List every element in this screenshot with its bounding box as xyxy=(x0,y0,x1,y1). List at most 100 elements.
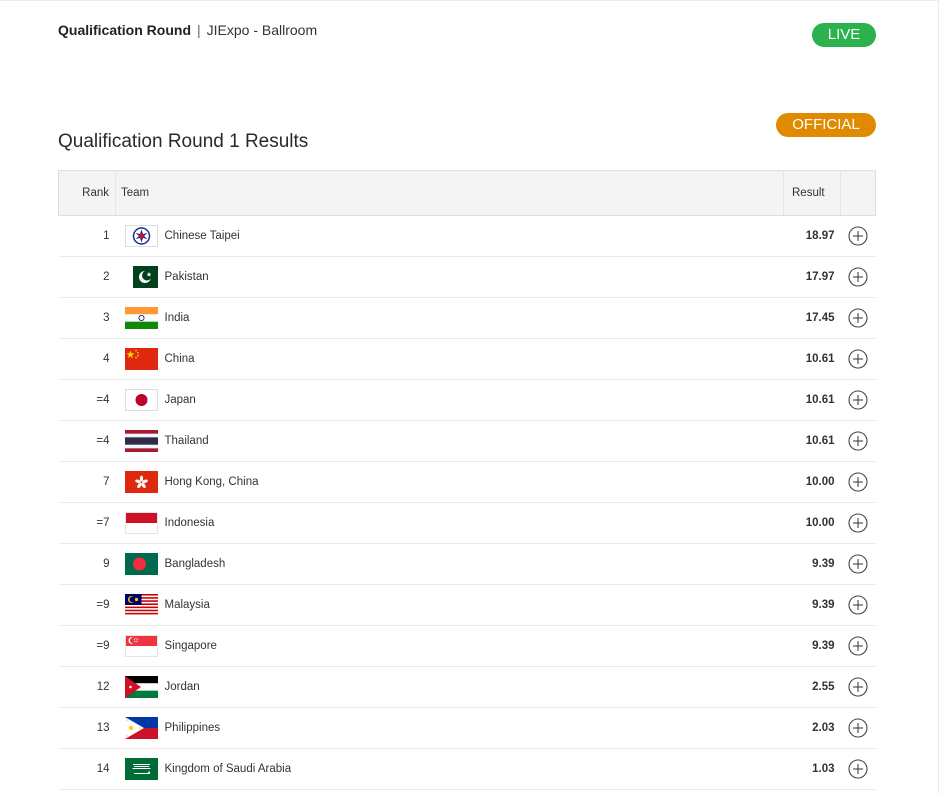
table-body: 1 Chinese Taipei 18.97 2 Pakistan 17.97 3 India… xyxy=(58,215,876,790)
team-name: Thailand xyxy=(164,435,209,447)
plus-circle-icon[interactable] xyxy=(848,226,868,246)
team-name: Pakistan xyxy=(164,271,209,283)
plus-circle-icon[interactable] xyxy=(848,390,868,410)
column-header-team[interactable]: Team xyxy=(115,170,784,216)
team-cell: Philippines xyxy=(115,707,784,749)
row-action-cell xyxy=(840,707,876,749)
row-action-cell xyxy=(840,215,876,257)
india-flag-icon xyxy=(124,307,158,329)
result-cell: 9.39 xyxy=(783,625,841,667)
plus-circle-icon[interactable] xyxy=(848,472,868,492)
table-row[interactable]: 7 Hong Kong, China 10.00 xyxy=(58,461,876,503)
table-row[interactable]: 14 Kingdom of Saudi Arabia 1.03 xyxy=(58,748,876,790)
column-header-action xyxy=(840,170,876,216)
saudi-arabia-flag-icon xyxy=(124,758,158,780)
team-name: Japan xyxy=(164,394,196,406)
china-flag-icon xyxy=(124,348,158,370)
rank-cell: =9 xyxy=(58,584,116,626)
event-name: Qualification Round xyxy=(58,22,191,38)
top-border xyxy=(0,0,939,1)
plus-circle-icon[interactable] xyxy=(848,308,868,328)
team-cell: Thailand xyxy=(115,420,784,462)
table-header-row: Rank Team Result xyxy=(58,170,876,216)
result-cell: 2.55 xyxy=(783,666,841,708)
row-action-cell xyxy=(840,338,876,380)
plus-circle-icon[interactable] xyxy=(848,759,868,779)
table-row[interactable]: 12 Jordan 2.55 xyxy=(58,666,876,708)
japan-flag-icon xyxy=(124,389,158,411)
column-header-rank[interactable]: Rank xyxy=(58,170,116,216)
team-name: Malaysia xyxy=(164,599,210,611)
rank-cell: 2 xyxy=(58,256,116,298)
table-row[interactable]: 9 Bangladesh 9.39 xyxy=(58,543,876,585)
table-row[interactable]: 4 China 10.61 xyxy=(58,338,876,380)
rank-cell: 14 xyxy=(58,748,116,790)
table-row[interactable]: 13 Philippines 2.03 xyxy=(58,707,876,749)
section-title: Qualification Round 1 Results xyxy=(58,131,309,152)
plus-circle-icon[interactable] xyxy=(848,554,868,574)
plus-circle-icon[interactable] xyxy=(848,718,868,738)
team-name: Philippines xyxy=(164,722,221,734)
team-name: Hong Kong, China xyxy=(164,476,259,488)
thailand-flag-icon xyxy=(124,430,158,452)
venue-name: JIExpo - Ballroom xyxy=(206,22,318,38)
live-badge: LIVE xyxy=(812,23,876,47)
plus-circle-icon[interactable] xyxy=(848,513,868,533)
table-row[interactable]: =7 Indonesia 10.00 xyxy=(58,502,876,544)
table-row[interactable]: 3 India 17.45 xyxy=(58,297,876,339)
team-name: Jordan xyxy=(164,681,200,693)
plus-circle-icon[interactable] xyxy=(848,595,868,615)
table-row[interactable]: 1 Chinese Taipei 18.97 xyxy=(58,215,876,257)
row-action-cell xyxy=(840,297,876,339)
rank-cell: =4 xyxy=(58,420,116,462)
result-cell: 10.00 xyxy=(783,502,841,544)
team-name: China xyxy=(164,353,195,365)
philippines-flag-icon xyxy=(124,717,158,739)
pakistan-flag-icon xyxy=(124,266,158,288)
column-header-result[interactable]: Result xyxy=(783,170,841,216)
table-row[interactable]: =9 Singapore 9.39 xyxy=(58,625,876,667)
row-action-cell xyxy=(840,256,876,298)
chinese-taipei-flag-icon xyxy=(124,225,158,247)
result-cell: 17.45 xyxy=(783,297,841,339)
team-cell: Jordan xyxy=(115,666,784,708)
plus-circle-icon[interactable] xyxy=(848,636,868,656)
event-header: Qualification Round | JIExpo - Ballroom xyxy=(58,22,317,38)
table-row[interactable]: 2 Pakistan 17.97 xyxy=(58,256,876,298)
result-cell: 17.97 xyxy=(783,256,841,298)
rank-cell: 12 xyxy=(58,666,116,708)
rank-cell: 4 xyxy=(58,338,116,380)
result-cell: 10.61 xyxy=(783,420,841,462)
result-cell: 10.61 xyxy=(783,338,841,380)
plus-circle-icon[interactable] xyxy=(848,267,868,287)
row-action-cell xyxy=(840,379,876,421)
result-cell: 2.03 xyxy=(783,707,841,749)
row-action-cell xyxy=(840,420,876,462)
team-name: Chinese Taipei xyxy=(164,230,240,242)
malaysia-flag-icon xyxy=(124,594,158,616)
result-cell: 10.61 xyxy=(783,379,841,421)
team-name: Indonesia xyxy=(164,517,215,529)
team-cell: Japan xyxy=(115,379,784,421)
team-name: Singapore xyxy=(164,640,217,652)
hong-kong-flag-icon xyxy=(124,471,158,493)
rank-cell: 7 xyxy=(58,461,116,503)
team-cell: Hong Kong, China xyxy=(115,461,784,503)
team-cell: Malaysia xyxy=(115,584,784,626)
plus-circle-icon[interactable] xyxy=(848,677,868,697)
rank-cell: =4 xyxy=(58,379,116,421)
row-action-cell xyxy=(840,543,876,585)
team-cell: India xyxy=(115,297,784,339)
official-badge: OFFICIAL xyxy=(776,113,876,137)
plus-circle-icon[interactable] xyxy=(848,431,868,451)
table-row[interactable]: =9 Malaysia 9.39 xyxy=(58,584,876,626)
table-row[interactable]: =4 Japan 10.61 xyxy=(58,379,876,421)
plus-circle-icon[interactable] xyxy=(848,349,868,369)
header-separator: | xyxy=(197,22,201,38)
results-table: Rank Team Result 1 Chinese Taipei 18.97 2 Pa… xyxy=(58,170,876,790)
result-cell: 9.39 xyxy=(783,584,841,626)
table-row[interactable]: =4 Thailand 10.61 xyxy=(58,420,876,462)
rank-cell: 13 xyxy=(58,707,116,749)
bangladesh-flag-icon xyxy=(124,553,158,575)
team-name: Kingdom of Saudi Arabia xyxy=(164,763,292,775)
